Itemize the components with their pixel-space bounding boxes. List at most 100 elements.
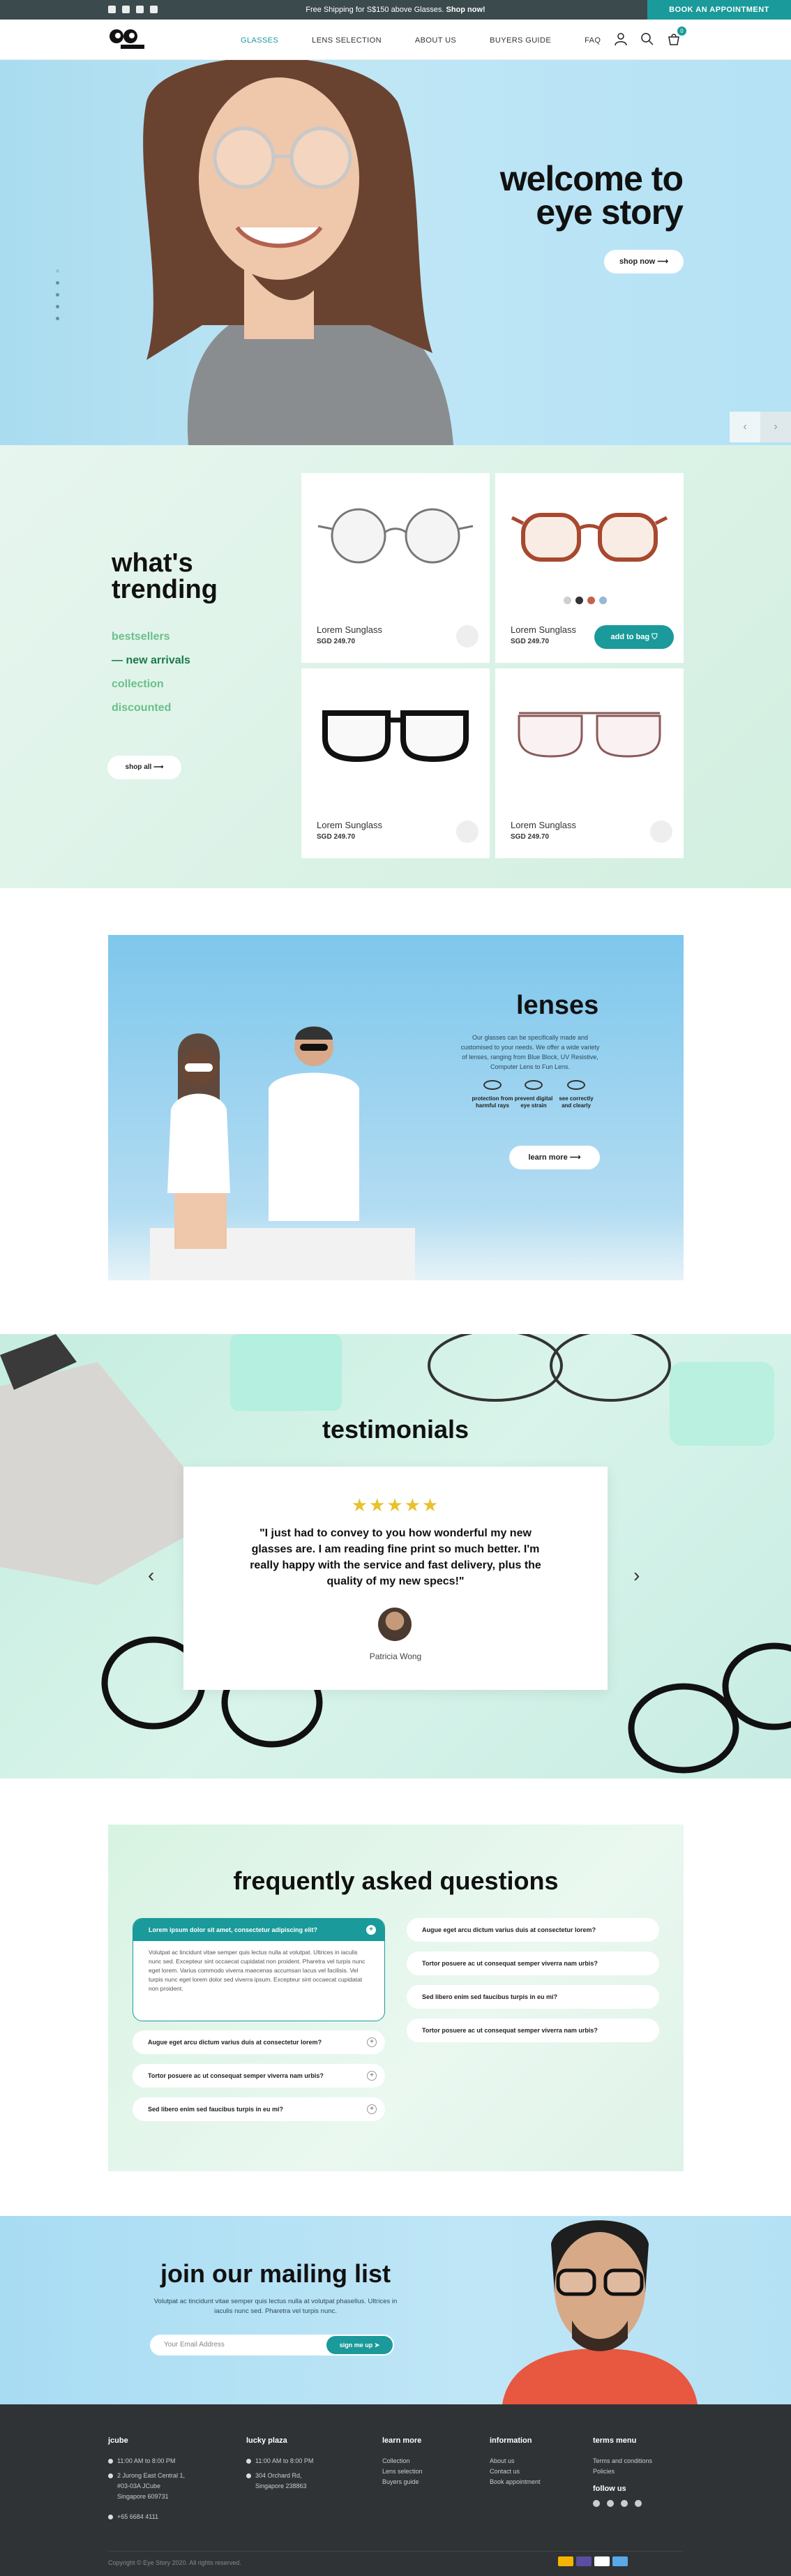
footer-link[interactable]: Collection bbox=[382, 2456, 423, 2466]
faq-item[interactable]: Augue eget arcu dictum varius duis at co… bbox=[407, 1918, 659, 1942]
footer-heading: jcube bbox=[108, 2436, 128, 2445]
footer-link[interactable]: About us bbox=[490, 2456, 541, 2466]
logo[interactable] bbox=[108, 28, 147, 50]
bag-icon[interactable] bbox=[456, 625, 479, 647]
color-swatch[interactable] bbox=[599, 597, 607, 604]
filter-bestsellers[interactable]: bestsellers bbox=[112, 625, 190, 649]
location-icon bbox=[108, 2473, 113, 2478]
feature-label: see correctly bbox=[559, 1095, 594, 1102]
facebook-icon[interactable] bbox=[593, 2500, 600, 2507]
user-icon[interactable] bbox=[614, 32, 628, 46]
address-line: 2 Jurong East Central 1, bbox=[117, 2472, 186, 2479]
prev-testimonial-icon[interactable]: ‹ bbox=[148, 1564, 154, 1587]
product-name[interactable]: Lorem Sunglass bbox=[317, 624, 382, 635]
filter-collection[interactable]: collection bbox=[112, 673, 190, 696]
product-card[interactable]: Lorem Sunglass SGD 249.70 add to bag ⛉ bbox=[495, 473, 684, 663]
filter-discounted[interactable]: discounted bbox=[112, 696, 190, 720]
plus-icon[interactable]: + bbox=[367, 2071, 377, 2081]
header-actions: 0 bbox=[614, 27, 686, 46]
slide-dot[interactable] bbox=[56, 317, 59, 320]
phone-icon[interactable] bbox=[635, 2500, 642, 2507]
faq-question[interactable]: Lorem ipsum dolor sit amet, consectetur … bbox=[133, 1919, 384, 1941]
prev-arrow-icon[interactable]: ‹ bbox=[730, 412, 760, 442]
shop-now-label: shop now bbox=[619, 257, 656, 266]
next-testimonial-icon[interactable]: › bbox=[633, 1564, 640, 1587]
email-icon[interactable] bbox=[621, 2500, 628, 2507]
visa-icon bbox=[594, 2556, 610, 2566]
product-card[interactable]: Lorem Sunglass SGD 249.70 bbox=[301, 668, 490, 858]
color-swatch[interactable] bbox=[587, 597, 595, 604]
faq-item[interactable]: Tortor posuere ac ut consequat semper vi… bbox=[407, 2019, 659, 2042]
product-name[interactable]: Lorem Sunglass bbox=[511, 820, 576, 830]
hero-title: welcome to eye story bbox=[500, 161, 684, 230]
faq-item-open[interactable]: Lorem ipsum dolor sit amet, consectetur … bbox=[133, 1918, 385, 2021]
instagram-icon[interactable] bbox=[607, 2500, 614, 2507]
faq-item[interactable]: Sed libero enim sed faucibus turpis in e… bbox=[133, 2097, 385, 2121]
product-image-aviator-glasses bbox=[518, 712, 661, 758]
address-line: #03-03A JCube bbox=[117, 2483, 161, 2489]
shop-now-button[interactable]: shop now ⟶ bbox=[604, 250, 684, 274]
footer-link[interactable]: Buyers guide bbox=[382, 2477, 423, 2487]
slide-dot[interactable] bbox=[56, 269, 59, 273]
bag-icon[interactable] bbox=[456, 821, 479, 843]
slide-dot[interactable] bbox=[56, 281, 59, 285]
nav-faq[interactable]: FAQ bbox=[585, 36, 601, 45]
book-appointment-button[interactable]: BOOK AN APPOINTMENT bbox=[647, 0, 791, 20]
promo-text: Free Shipping for S$150 above Glasses. bbox=[306, 6, 444, 14]
shop-all-label: shop all bbox=[125, 763, 152, 771]
nav-lens-selection[interactable]: LENS SELECTION bbox=[312, 36, 382, 45]
search-icon[interactable] bbox=[640, 32, 654, 46]
product-name[interactable]: Lorem Sunglass bbox=[317, 820, 382, 830]
address-line: 304 Orchard Rd, bbox=[255, 2472, 302, 2479]
plus-icon[interactable]: + bbox=[366, 1925, 376, 1935]
testimonials-title: testimonials bbox=[322, 1415, 469, 1444]
phone-text: +65 6684 4111 bbox=[117, 2513, 158, 2520]
faq-item[interactable]: Sed libero enim sed faucibus turpis in e… bbox=[407, 1985, 659, 2009]
product-card[interactable]: Lorem Sunglass SGD 249.70 bbox=[495, 668, 684, 858]
faq-item[interactable]: Tortor posuere ac ut consequat semper vi… bbox=[407, 1952, 659, 1975]
footer-phone[interactable]: +65 6684 4111 bbox=[108, 2512, 185, 2522]
product-image-black-glasses bbox=[322, 710, 469, 763]
faq-section: frequently asked questions Lorem ipsum d… bbox=[108, 1825, 684, 2171]
top-bar: Free Shipping for S$150 above Glasses. S… bbox=[0, 0, 791, 20]
color-swatch[interactable] bbox=[575, 597, 583, 604]
slide-dot[interactable] bbox=[56, 305, 59, 308]
footer-heading: learn more bbox=[382, 2436, 422, 2445]
footer-hours: 11:00 AM to 8:00 PM bbox=[108, 2456, 185, 2466]
footer-link[interactable]: Contact us bbox=[490, 2466, 541, 2477]
product-name[interactable]: Lorem Sunglass bbox=[511, 624, 576, 635]
add-to-bag-button[interactable]: add to bag ⛉ bbox=[594, 625, 674, 649]
slide-dot[interactable] bbox=[56, 293, 59, 297]
lenses-models-image bbox=[150, 1026, 415, 1280]
faq-item[interactable]: Tortor posuere ac ut consequat semper vi… bbox=[133, 2064, 385, 2088]
color-swatch[interactable] bbox=[564, 597, 571, 604]
phone-icon bbox=[108, 2515, 113, 2519]
plus-icon[interactable]: + bbox=[367, 2037, 377, 2047]
nav-glasses[interactable]: GLASSES bbox=[241, 36, 278, 45]
learn-more-button[interactable]: learn more ⟶ bbox=[509, 1146, 600, 1169]
feature-label: and clearly bbox=[562, 1102, 591, 1109]
lenses-section: lenses Our glasses can be specifically m… bbox=[108, 935, 684, 1280]
footer-col-lucky-plaza: lucky plaza 11:00 AM to 8:00 PM 304 Orch… bbox=[246, 2436, 313, 2492]
promo-shop-link[interactable]: Shop now! bbox=[446, 6, 485, 14]
product-card[interactable]: Lorem Sunglass SGD 249.70 bbox=[301, 473, 490, 663]
product-price: SGD 249.70 bbox=[317, 638, 356, 645]
footer-address: 304 Orchard Rd, Singapore 238863 bbox=[246, 2471, 313, 2492]
footer-link[interactable]: Book appointment bbox=[490, 2477, 541, 2487]
filter-new-arrivals[interactable]: — new arrivals bbox=[112, 649, 190, 673]
faq-item[interactable]: Augue eget arcu dictum varius duis at co… bbox=[133, 2030, 385, 2054]
nav-about-us[interactable]: ABOUT US bbox=[415, 36, 456, 45]
trending-section: what's trending bestsellers — new arriva… bbox=[0, 445, 791, 888]
sign-me-up-button[interactable]: sign me up ➤ bbox=[326, 2336, 393, 2354]
footer-link[interactable]: Lens selection bbox=[382, 2466, 423, 2477]
next-arrow-icon[interactable]: › bbox=[760, 412, 791, 442]
plus-icon[interactable]: + bbox=[367, 2104, 377, 2114]
bag-icon[interactable] bbox=[650, 821, 672, 843]
nav-buyers-guide[interactable]: BUYERS GUIDE bbox=[490, 36, 551, 45]
footer-link[interactable]: Policies bbox=[593, 2466, 652, 2477]
card-icon bbox=[576, 2556, 592, 2566]
lenses-description: Our glasses can be specifically made and… bbox=[460, 1034, 600, 1070]
footer-link[interactable]: Terms and conditions bbox=[593, 2456, 652, 2466]
cart-icon[interactable]: 0 bbox=[667, 27, 686, 46]
shop-all-button[interactable]: shop all ⟶ bbox=[107, 756, 181, 779]
